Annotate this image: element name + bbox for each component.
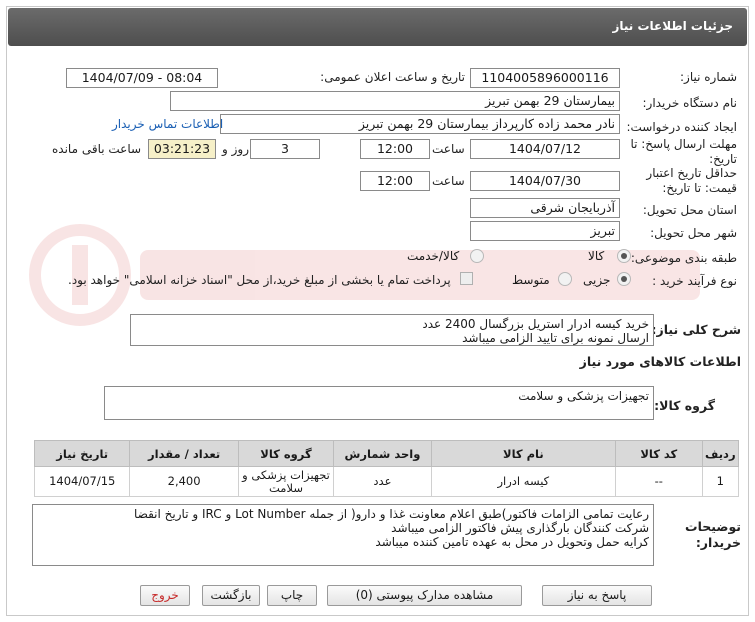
items-table: ردیف کد کالا نام کالا واحد شمارش گروه کا…: [33, 440, 740, 497]
process-label: نوع فرآیند خرید :: [652, 274, 737, 288]
buyer-notes-textarea: رعایت تمامی الزامات فاکتور)طبق اعلام معا…: [32, 504, 654, 566]
table-row: 1 -- کیسه ادرار عدد تجهیزات پزشکی و سلام…: [33, 466, 740, 497]
notes-line-2: شرکت کنندگان بارگذاری پیش فاکتور الزامی …: [391, 521, 649, 535]
col-need-date: تاریخ نیاز: [33, 440, 131, 467]
summary-textarea: خرید کیسه ادرار استریل بزرگسال 2400 عدد …: [130, 314, 654, 346]
announce-label: تاریخ و ساعت اعلان عمومی:: [320, 70, 465, 84]
remaining-time-label: ساعت باقی مانده: [52, 142, 142, 156]
category-radio-goods-service[interactable]: [470, 249, 484, 263]
goods-group-label: گروه کالا:: [654, 398, 715, 413]
province-field: آذربایجان شرقی: [470, 198, 620, 218]
goods-group-value: تجهیزات پزشکی و سلامت: [518, 389, 649, 403]
col-code: کد کالا: [614, 440, 703, 467]
reply-date-field: 1404/07/12: [470, 139, 620, 159]
summary-label: شرح کلی نیاز:: [651, 322, 741, 337]
need-number-label: شماره نیاز:: [680, 70, 737, 84]
col-name: نام کالا: [430, 440, 616, 467]
days-remaining-field: 3: [250, 139, 320, 159]
page-title: جزئیات اطلاعات نیاز: [612, 19, 733, 33]
buyer-org-label: نام دستگاه خریدار:: [642, 96, 738, 110]
category-option-goods: کالا: [588, 249, 605, 263]
cell-row: 1: [701, 466, 740, 497]
price-validity-label: حداقل تاریخ اعتبار قیمت: تا تاریخ:: [646, 166, 737, 195]
cell-name: کیسه ادرار: [430, 466, 616, 497]
process-radio-minor[interactable]: [617, 272, 631, 286]
goods-group-textarea: تجهیزات پزشکی و سلامت: [104, 386, 654, 420]
creator-field: نادر محمد زاده کارپرداز بیمارستان 29 بهم…: [220, 114, 620, 134]
goods-section-title: اطلاعات کالاهای مورد نیاز: [579, 354, 741, 369]
summary-line-2: ارسال نمونه برای تایید الزامی میباشد: [462, 331, 649, 345]
days-label: روز و: [222, 142, 249, 156]
print-button[interactable]: چاپ: [267, 585, 317, 606]
col-row: ردیف: [701, 440, 740, 467]
process-radio-medium[interactable]: [558, 272, 572, 286]
process-option-minor: جزیی: [583, 273, 611, 287]
col-quantity: تعداد / مقدار: [129, 440, 239, 467]
remaining-time-field: 03:21:23: [148, 139, 216, 159]
announce-datetime-field: 1404/07/09 - 08:04: [66, 68, 218, 88]
col-group: گروه کالا: [237, 440, 335, 467]
reply-deadline-label: مهلت ارسال پاسخ: تا تاریخ:: [630, 137, 737, 166]
col-unit: واحد شمارش: [333, 440, 432, 467]
reply-time-label: ساعت: [432, 142, 465, 156]
cell-need-date: 1404/07/15: [33, 466, 131, 497]
city-field: تبریز: [470, 221, 620, 241]
creator-label: ایجاد کننده درخواست:: [626, 120, 737, 134]
cell-code: --: [614, 466, 703, 497]
reply-button[interactable]: پاسخ به نیاز: [542, 585, 652, 606]
process-option-medium: متوسط: [512, 273, 550, 287]
treasury-payment-note: پرداخت تمام یا بخشی از مبلغ خرید،از محل …: [68, 273, 451, 287]
cell-unit: عدد: [333, 466, 432, 497]
page-header: جزئیات اطلاعات نیاز: [8, 8, 747, 46]
need-number-field: 1104005896000116: [470, 68, 620, 88]
view-attachments-button[interactable]: مشاهده مدارک پیوستی (0): [327, 585, 522, 606]
treasury-payment-checkbox[interactable]: [460, 272, 473, 285]
notes-line-3: کرایه حمل وتحویل در محل به عهده تامین کن…: [375, 535, 649, 549]
category-option-goods-service: کالا/خدمت: [407, 249, 460, 263]
items-table-header-row: ردیف کد کالا نام کالا واحد شمارش گروه کا…: [33, 440, 740, 467]
cell-group: تجهیزات پزشکی و سلامت: [237, 466, 335, 497]
summary-line-1: خرید کیسه ادرار استریل بزرگسال 2400 عدد: [422, 317, 649, 331]
city-label: شهر محل تحویل:: [650, 226, 737, 240]
buyer-notes-label: توضیحات خریدار:: [685, 519, 741, 550]
province-label: استان محل تحویل:: [642, 203, 737, 217]
validity-time-field: 12:00: [360, 171, 430, 191]
back-button[interactable]: بازگشت: [202, 585, 260, 606]
notes-line-1: رعایت تمامی الزامات فاکتور)طبق اعلام معا…: [134, 507, 649, 521]
buyer-contact-link[interactable]: اطلاعات تماس خریدار: [112, 117, 223, 131]
buyer-org-field: بیمارستان 29 بهمن تبریز: [170, 91, 620, 111]
validity-time-label: ساعت: [432, 174, 465, 188]
validity-date-field: 1404/07/30: [470, 171, 620, 191]
exit-button[interactable]: خروج: [140, 585, 190, 606]
category-label: طبقه بندی موضوعی:: [630, 251, 737, 265]
category-radio-goods[interactable]: [617, 249, 631, 263]
cell-quantity: 2,400: [129, 466, 239, 497]
reply-time-field: 12:00: [360, 139, 430, 159]
